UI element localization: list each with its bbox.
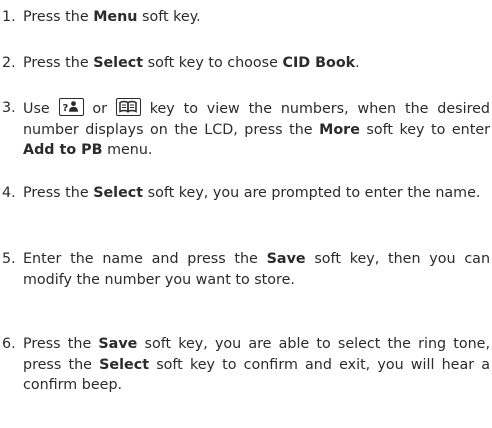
select-soft-key-label: Select (93, 185, 144, 201)
step-text: Press the Save soft key, you are able to… (23, 336, 490, 393)
add-to-pb-label: Add to PB (23, 142, 103, 158)
save-soft-key-label: Save (98, 336, 138, 352)
more-soft-key-label: More (319, 121, 360, 138)
step-4: 4. Press the Select soft key, you are pr… (2, 183, 490, 204)
step-number: 5. (2, 251, 16, 267)
step-text: Use ? or key to view the numbers, when t… (23, 98, 490, 161)
menu-soft-key-label: Menu (93, 9, 138, 25)
step-2: 2. Press the Select soft key to choose C… (2, 53, 490, 74)
select-soft-key-label: Select (93, 55, 144, 71)
step-number: 3. (2, 100, 16, 116)
call-log-key-icon: ? (58, 98, 84, 116)
save-soft-key-label: Save (266, 251, 306, 267)
cid-book-label: CID Book (282, 55, 356, 71)
step-1: 1. Press the Menu soft key. (2, 7, 490, 28)
select-soft-key-label: Select (99, 356, 150, 373)
step-5: 5. Enter the name and press the Save sof… (2, 249, 490, 290)
step-text: Press the Menu soft key. (23, 9, 201, 25)
step-6: 6. Press the Save soft key, you are able… (2, 334, 490, 396)
step-number: 4. (2, 185, 16, 201)
step-number: 6. (2, 336, 16, 352)
svg-text:?: ? (62, 103, 68, 114)
phonebook-key-icon (115, 98, 141, 116)
instruction-list: 1. Press the Menu soft key. 2. Press the… (0, 0, 492, 428)
step-number: 2. (2, 55, 16, 71)
step-number: 1. (2, 9, 16, 25)
step-3: 3. Use ? or key to view the numbers, whe… (2, 98, 490, 161)
step-text: Enter the name and press the Save soft k… (23, 251, 491, 288)
step-text: Press the Select soft key to choose CID … (23, 55, 360, 71)
step-text: Press the Select soft key, you are promp… (23, 185, 481, 201)
